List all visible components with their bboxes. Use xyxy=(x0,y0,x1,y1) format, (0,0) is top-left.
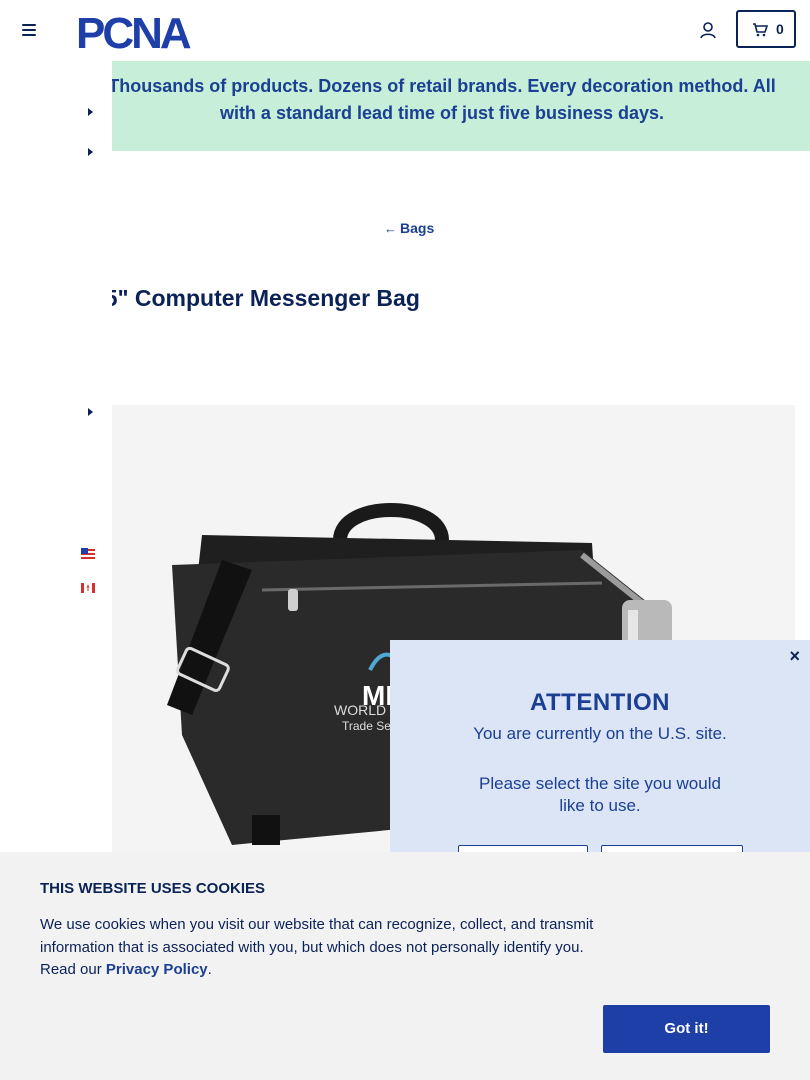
back-to-category-link[interactable]: ← Bags xyxy=(384,220,434,236)
nav-expand-icon[interactable] xyxy=(88,148,93,156)
promo-banner-text: Thousands of products. Dozens of retail … xyxy=(112,76,776,123)
us-flag-icon[interactable] xyxy=(80,547,96,561)
cookie-period: . xyxy=(207,961,212,978)
nav-expand-icon[interactable] xyxy=(88,408,93,416)
cookie-banner: THIS WEBSITE USES COOKIES We use cookies… xyxy=(0,852,810,1080)
modal-subtitle: You are currently on the U.S. site. xyxy=(473,724,727,743)
account-icon[interactable] xyxy=(698,20,718,40)
cart-button[interactable]: 0 xyxy=(736,10,796,48)
print-line-2: WORLD xyxy=(334,702,386,718)
accept-cookies-button[interactable]: Got it! xyxy=(603,1005,770,1053)
back-link-label: Bags xyxy=(400,220,435,236)
menu-icon[interactable] xyxy=(22,24,36,36)
canada-flag-icon[interactable] xyxy=(80,581,96,595)
svg-text:PCNA: PCNA xyxy=(76,10,191,52)
nav-expand-icon[interactable] xyxy=(88,108,93,116)
modal-title: ATTENTION xyxy=(529,689,671,716)
site-header: PCNA 0 xyxy=(0,0,810,61)
cart-icon xyxy=(753,23,768,37)
cookie-banner-text: We use cookies when you visit our websit… xyxy=(40,914,610,982)
pcna-logo[interactable]: PCNA xyxy=(76,10,226,52)
arrow-left-icon: ← xyxy=(384,221,397,236)
promo-banner: Thousands of products. Dozens of retail … xyxy=(112,61,810,151)
cart-count: 0 xyxy=(776,21,784,37)
product-title: 15" Computer Messenger Bag xyxy=(112,285,420,311)
cookie-banner-title: THIS WEBSITE USES COOKIES xyxy=(40,880,266,897)
print-line-3: Trade Ser xyxy=(342,719,395,733)
product-title-container: 15" Computer Messenger Bag xyxy=(112,285,712,325)
modal-question: Please select the site you would like to… xyxy=(479,774,721,815)
close-icon[interactable]: × xyxy=(789,646,800,667)
privacy-policy-link[interactable]: Privacy Policy xyxy=(106,961,208,978)
